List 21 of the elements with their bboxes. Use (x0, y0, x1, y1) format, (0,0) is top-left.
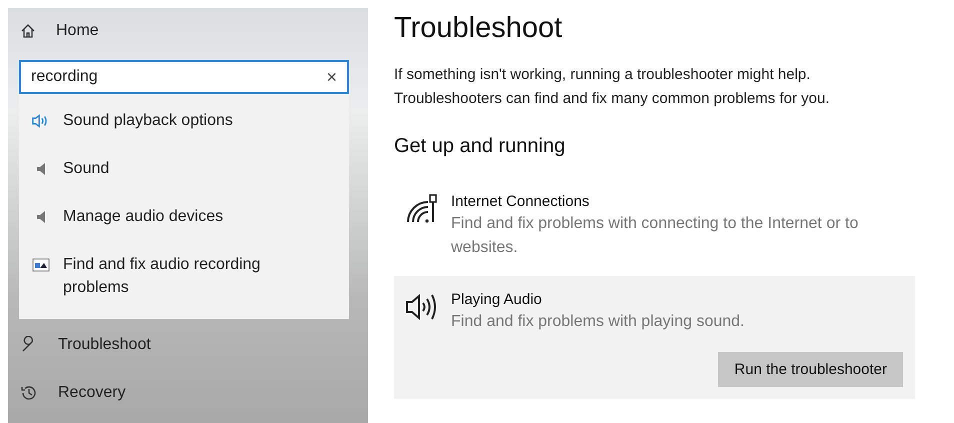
clear-button[interactable]: × (316, 66, 347, 88)
page-title: Troubleshoot (394, 12, 564, 45)
search-result[interactable]: Find and fix audio recording problems (19, 240, 349, 311)
troubleshooter-item[interactable]: Internet Connections Find and fix problems with connecting to the Internet or to websites. (394, 184, 915, 270)
run-troubleshooter-button[interactable]: Run the troubleshooter (718, 352, 903, 387)
troubleshooter-description: Find and fix problems with connecting to the Internet or to websites. (451, 214, 860, 258)
nav-item[interactable]: Troubleshoot (8, 321, 368, 369)
history-icon (20, 384, 38, 402)
home-nav-item[interactable]: Home (8, 8, 368, 54)
home-icon (20, 23, 36, 39)
intro-text: If something isn't working, running a troubleshooter might help. Troubleshooters can find and fix many common problems for you. (394, 65, 830, 109)
troubleshooter-title: Internet Connections (451, 192, 590, 212)
search-result[interactable]: Sound (19, 144, 349, 192)
section-heading: Get up and running (394, 135, 566, 158)
troubleshooter-title: Playing Audio (451, 290, 543, 310)
troubleshooter-description: Find and fix problems with playing sound. (451, 312, 744, 332)
search-field[interactable]: recording × (19, 60, 349, 94)
search-result[interactable]: Manage audio devices (19, 192, 349, 240)
troubleshooter-card[interactable]: Playing Audio Find and fix problems with playing sound. Run the troubleshooter (394, 276, 915, 399)
search-result[interactable]: Sound playback options (19, 96, 349, 144)
nav-item[interactable]: Recovery (8, 369, 368, 417)
